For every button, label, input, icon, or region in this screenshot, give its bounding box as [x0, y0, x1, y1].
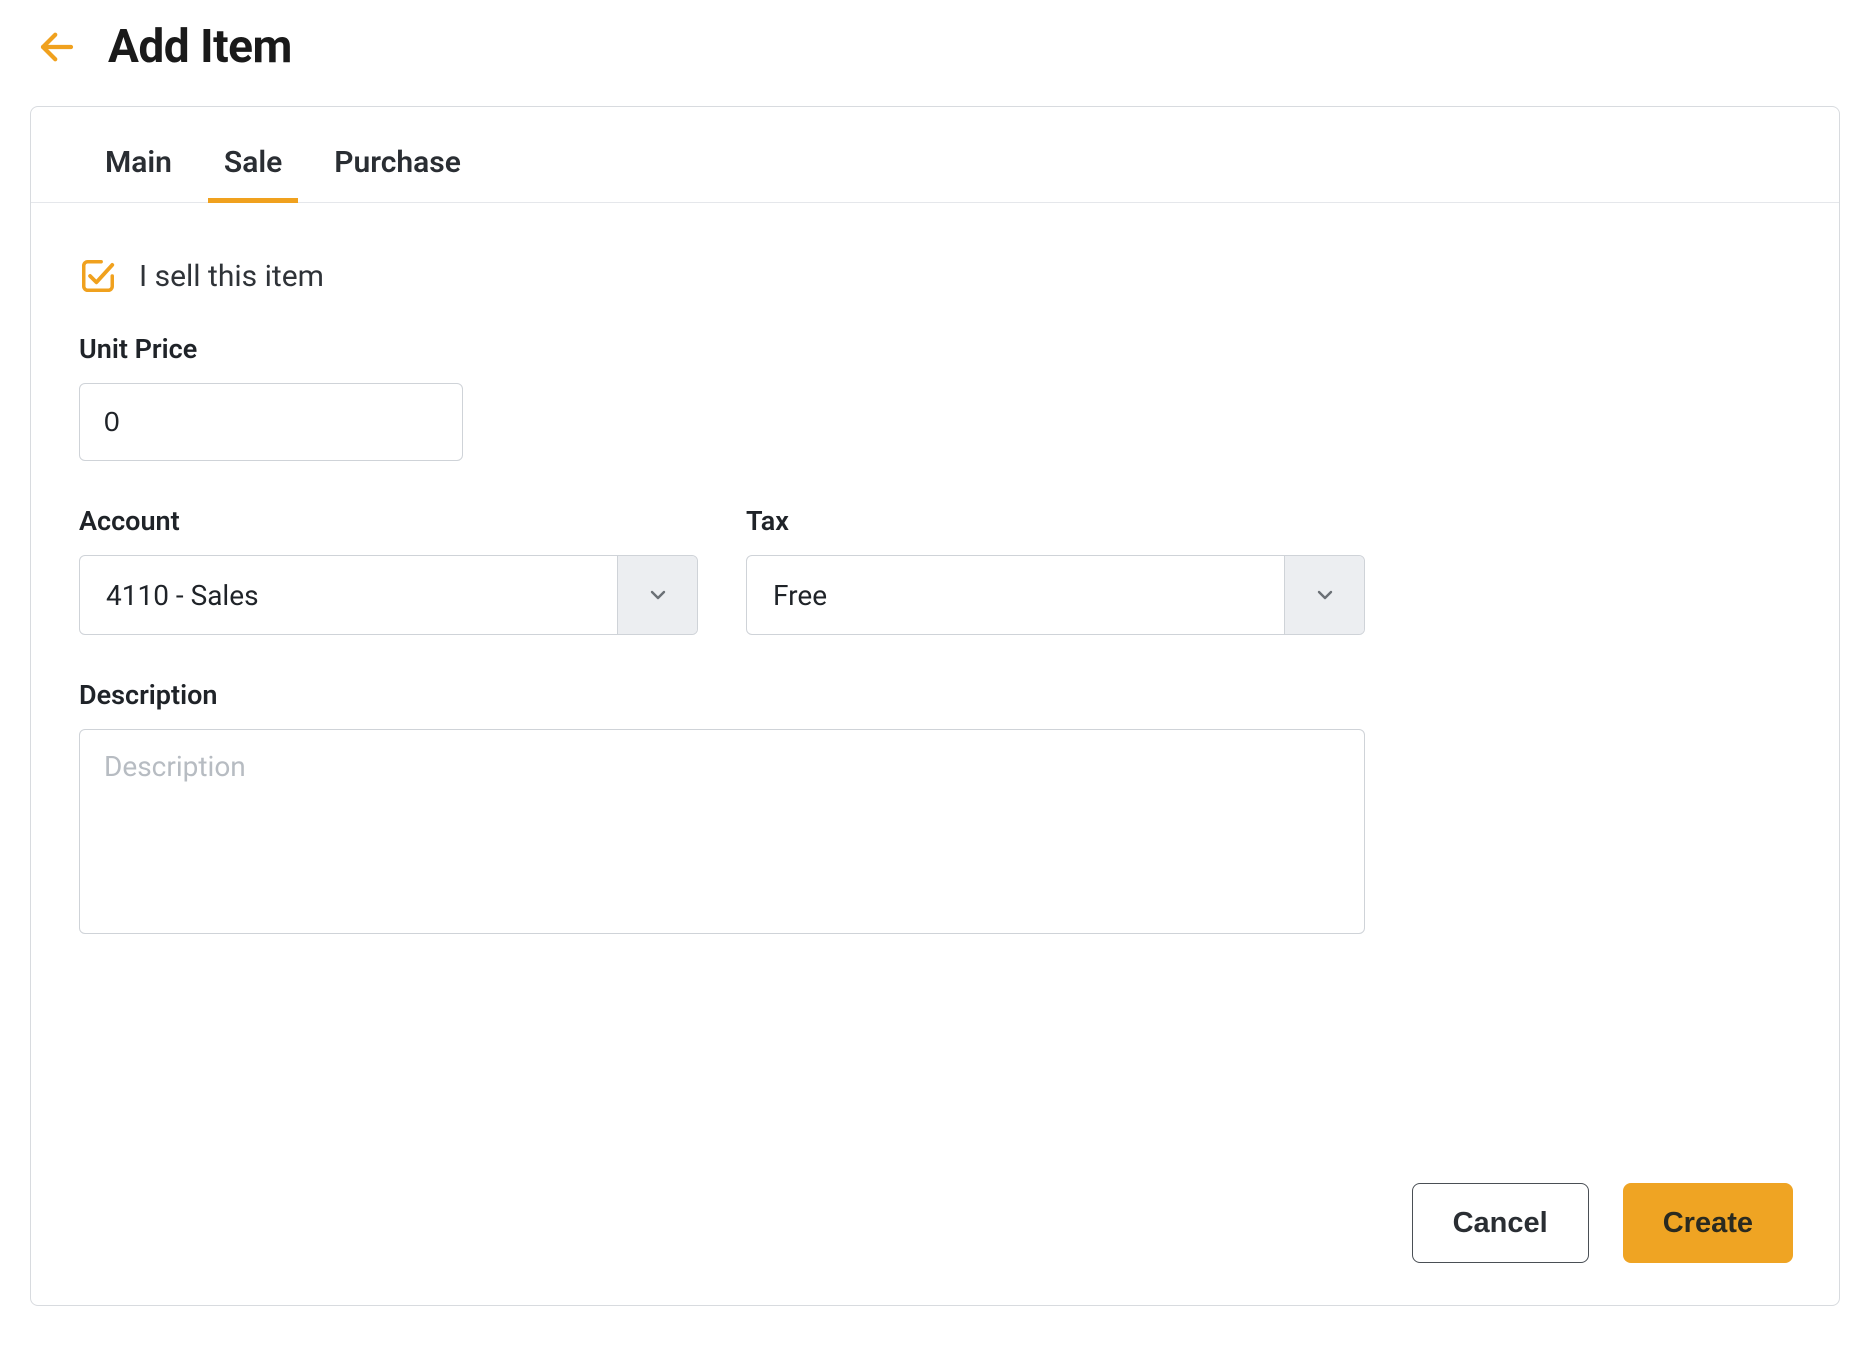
sell-item-checkbox-row: I sell this item: [79, 257, 1791, 295]
checkbox-checked-icon[interactable]: [79, 257, 117, 295]
account-field: Account 4110 - Sales: [79, 505, 698, 635]
page-header: Add Item: [30, 20, 1830, 74]
tax-select-toggle[interactable]: [1284, 556, 1364, 634]
cancel-button[interactable]: Cancel: [1412, 1183, 1589, 1263]
unit-price-input[interactable]: [79, 383, 463, 461]
account-label: Account: [79, 505, 698, 537]
tax-select[interactable]: Free: [746, 555, 1365, 635]
tax-label: Tax: [746, 505, 1365, 537]
tab-bar: Main Sale Purchase: [31, 107, 1839, 203]
chevron-down-icon: [1313, 583, 1337, 607]
account-select[interactable]: 4110 - Sales: [79, 555, 698, 635]
page-title: Add Item: [108, 20, 292, 74]
description-textarea[interactable]: [79, 729, 1365, 934]
tax-field: Tax Free: [746, 505, 1365, 635]
account-select-value[interactable]: 4110 - Sales: [80, 556, 617, 634]
tax-select-value[interactable]: Free: [747, 556, 1284, 634]
back-arrow-icon[interactable]: [34, 24, 80, 70]
description-label: Description: [79, 679, 1791, 711]
account-select-toggle[interactable]: [617, 556, 697, 634]
tab-purchase[interactable]: Purchase: [334, 145, 461, 202]
unit-price-label: Unit Price: [79, 333, 1791, 365]
form-card: Main Sale Purchase I sell this item Unit…: [30, 106, 1840, 1306]
tab-sale[interactable]: Sale: [224, 145, 282, 202]
sell-item-checkbox-label: I sell this item: [139, 259, 324, 294]
chevron-down-icon: [646, 583, 670, 607]
unit-price-field: Unit Price: [79, 333, 1791, 461]
create-button[interactable]: Create: [1623, 1183, 1793, 1263]
form-footer: Cancel Create: [1412, 1183, 1793, 1263]
description-field: Description: [79, 679, 1791, 938]
tab-main[interactable]: Main: [105, 145, 172, 202]
